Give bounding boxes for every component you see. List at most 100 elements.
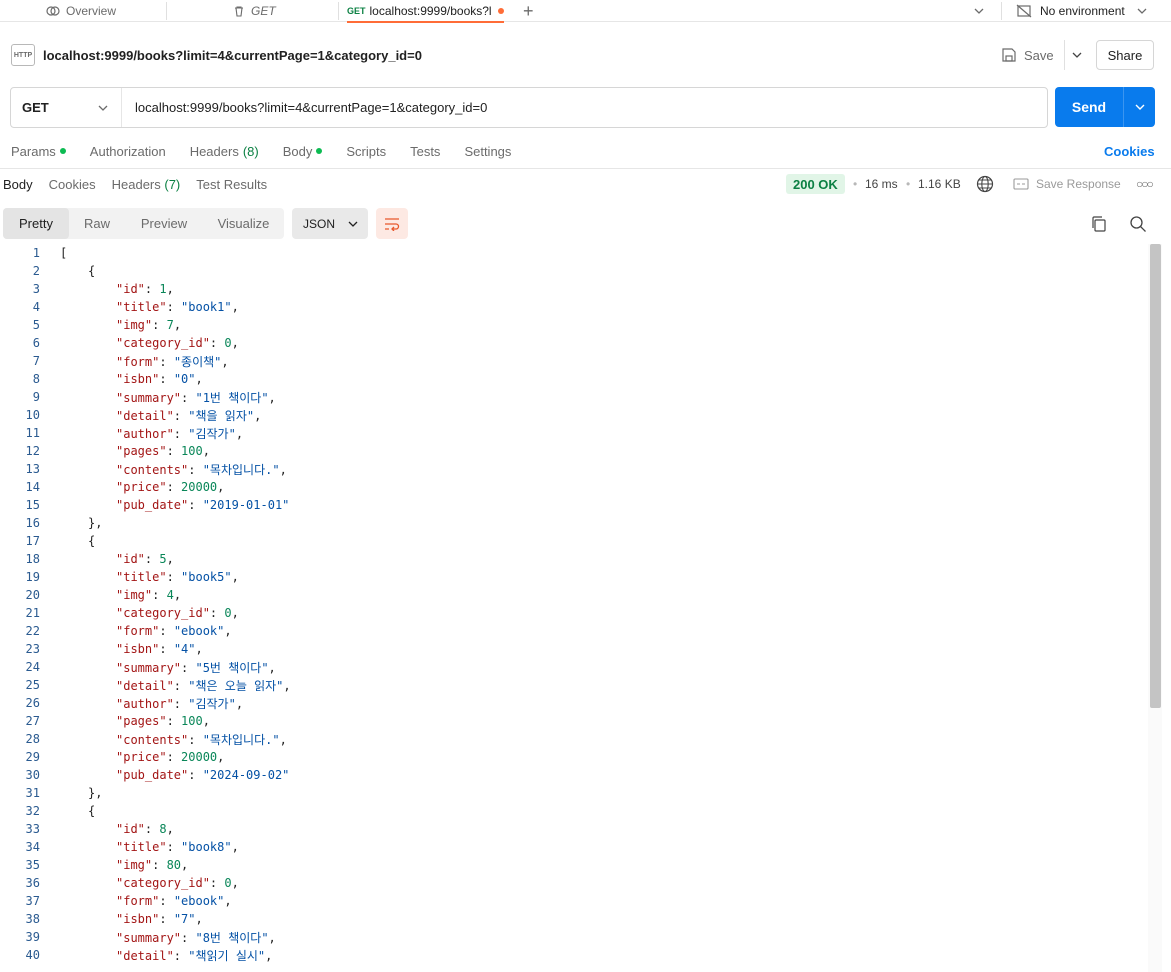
more-options-icon[interactable]: ○○○ <box>1136 174 1154 194</box>
view-visualize[interactable]: Visualize <box>203 208 284 239</box>
url-input[interactable] <box>122 88 1047 127</box>
json-key: "id" <box>116 282 145 296</box>
cookies-link[interactable]: Cookies <box>1104 140 1155 162</box>
view-mode-toggle: Pretty Raw Preview Visualize <box>3 208 284 239</box>
response-size[interactable]: 1.16 KB <box>918 174 961 194</box>
globe-icon[interactable] <box>976 175 994 193</box>
save-options-button[interactable] <box>1064 40 1088 70</box>
method-select[interactable]: GET <box>11 88 122 127</box>
json-key: "isbn" <box>116 642 160 656</box>
code-line: 34 "title": "book8", <box>0 838 1148 856</box>
json-punctuation: , <box>231 840 239 854</box>
json-string: "5번 책이다" <box>195 660 269 675</box>
json-punctuation: : <box>166 714 182 728</box>
json-punctuation: , <box>231 336 239 350</box>
tab-tests[interactable]: Tests <box>410 144 440 159</box>
tab-response-cookies[interactable]: Cookies <box>49 177 96 192</box>
code-text: "detail": "책읽기 실시", <box>40 947 272 964</box>
json-punctuation: : <box>173 426 189 441</box>
unsaved-dot-icon <box>497 8 504 14</box>
plus-icon: + <box>523 0 534 21</box>
code-text: "summary": "1번 책이다", <box>40 389 276 406</box>
view-raw[interactable]: Raw <box>69 208 125 239</box>
json-key: "isbn" <box>116 912 160 926</box>
save-response-button[interactable]: Save Response <box>1013 174 1121 194</box>
code-line: 21 "category_id": 0, <box>0 604 1148 622</box>
code-text: "isbn": "0", <box>40 372 203 386</box>
json-punctuation: : <box>166 300 182 314</box>
code-text: "detail": "책을 읽자", <box>40 407 261 424</box>
json-punctuation: : <box>166 570 182 584</box>
code-line: 27 "pages": 100, <box>0 712 1148 730</box>
wrap-lines-button[interactable] <box>376 208 408 239</box>
tab-overview-label: Overview <box>66 4 117 18</box>
tab-get[interactable]: GET <box>233 0 276 22</box>
code-text: "pub_date": "2019-01-01" <box>40 498 289 512</box>
tab-response-headers[interactable]: Headers (7) <box>112 177 181 192</box>
tab-headers[interactable]: Headers (8) <box>190 144 259 159</box>
tab-overview[interactable]: Overview <box>46 0 116 22</box>
json-punctuation: : <box>173 408 189 423</box>
tab-test-results[interactable]: Test Results <box>196 177 267 192</box>
json-key: "summary" <box>116 660 182 675</box>
response-body-editor[interactable]: 1[2{3 "id": 1, 4 "title": "book1", 5 "img": 7… <box>0 244 1148 972</box>
json-punctuation: : <box>166 444 182 458</box>
tab-scripts[interactable]: Scripts <box>346 144 386 159</box>
json-punctuation: , <box>254 408 262 423</box>
code-text: "author": "김작가", <box>40 425 243 442</box>
line-number: 37 <box>25 894 40 908</box>
line-number: 28 <box>25 732 40 746</box>
json-punctuation: : <box>159 642 174 656</box>
code-text: "img": 80, <box>40 858 188 872</box>
json-number: 4 <box>166 588 174 602</box>
status-badge[interactable]: 200 OK <box>786 174 845 194</box>
response-time[interactable]: 16 ms <box>865 174 898 194</box>
response-headers-count: (7) <box>164 176 181 192</box>
tab-authorization[interactable]: Authorization <box>90 144 166 159</box>
format-select[interactable]: JSON <box>292 208 368 239</box>
view-preview[interactable]: Preview <box>125 208 203 239</box>
code-text: "form": "ebook", <box>40 894 232 908</box>
line-number: 22 <box>25 624 40 638</box>
send-options-button[interactable] <box>1124 101 1155 113</box>
scrollbar-thumb[interactable] <box>1150 244 1161 708</box>
save-button[interactable]: Save <box>1002 40 1054 70</box>
json-punctuation: : <box>152 588 167 602</box>
tab-active-request[interactable]: GET localhost:9999/books?l <box>347 0 504 23</box>
json-punctuation: , <box>235 426 244 441</box>
json-string: "책을 읽자" <box>188 408 255 423</box>
json-key: "contents" <box>116 732 189 747</box>
code-line: 37 "form": "ebook", <box>0 892 1148 910</box>
json-key: "pub_date" <box>116 768 189 782</box>
tab-label: Headers <box>111 176 161 192</box>
request-name[interactable]: localhost:9999/books?limit=4&currentPage… <box>43 48 422 63</box>
json-string: "책은 오늘 읽자" <box>188 678 284 693</box>
line-number: 40 <box>25 948 40 962</box>
code-line: 10 "detail": "책을 읽자", <box>0 406 1148 424</box>
json-punctuation: , <box>224 894 232 908</box>
tab-label: Settings <box>464 143 512 159</box>
json-string: "2024-09-02" <box>202 768 290 782</box>
tabs-dropdown-button[interactable] <box>974 0 984 22</box>
tab-body[interactable]: Body <box>283 144 323 159</box>
trash-icon <box>235 6 243 17</box>
share-button[interactable]: Share <box>1096 40 1154 70</box>
code-line: 31}, <box>0 784 1148 802</box>
view-pretty[interactable]: Pretty <box>3 208 69 239</box>
json-key: "form" <box>116 894 160 908</box>
http-icon: HTTP <box>11 44 35 66</box>
line-number: 21 <box>25 606 40 620</box>
new-tab-button[interactable]: + <box>523 0 534 22</box>
send-button[interactable]: Send <box>1055 87 1155 127</box>
json-string: "ebook" <box>173 624 225 638</box>
code-text: "img": 4, <box>40 588 181 602</box>
environment-selector[interactable]: No environment <box>1016 0 1147 22</box>
tab-label: Headers <box>189 143 239 159</box>
json-key: "detail" <box>116 408 174 423</box>
tab-params[interactable]: Params <box>11 144 66 159</box>
code-line: 29 "price": 20000, <box>0 748 1148 766</box>
copy-icon[interactable] <box>1090 215 1108 233</box>
tab-response-body[interactable]: Body <box>3 177 33 192</box>
tab-settings[interactable]: Settings <box>464 144 511 159</box>
search-icon[interactable] <box>1129 215 1147 233</box>
